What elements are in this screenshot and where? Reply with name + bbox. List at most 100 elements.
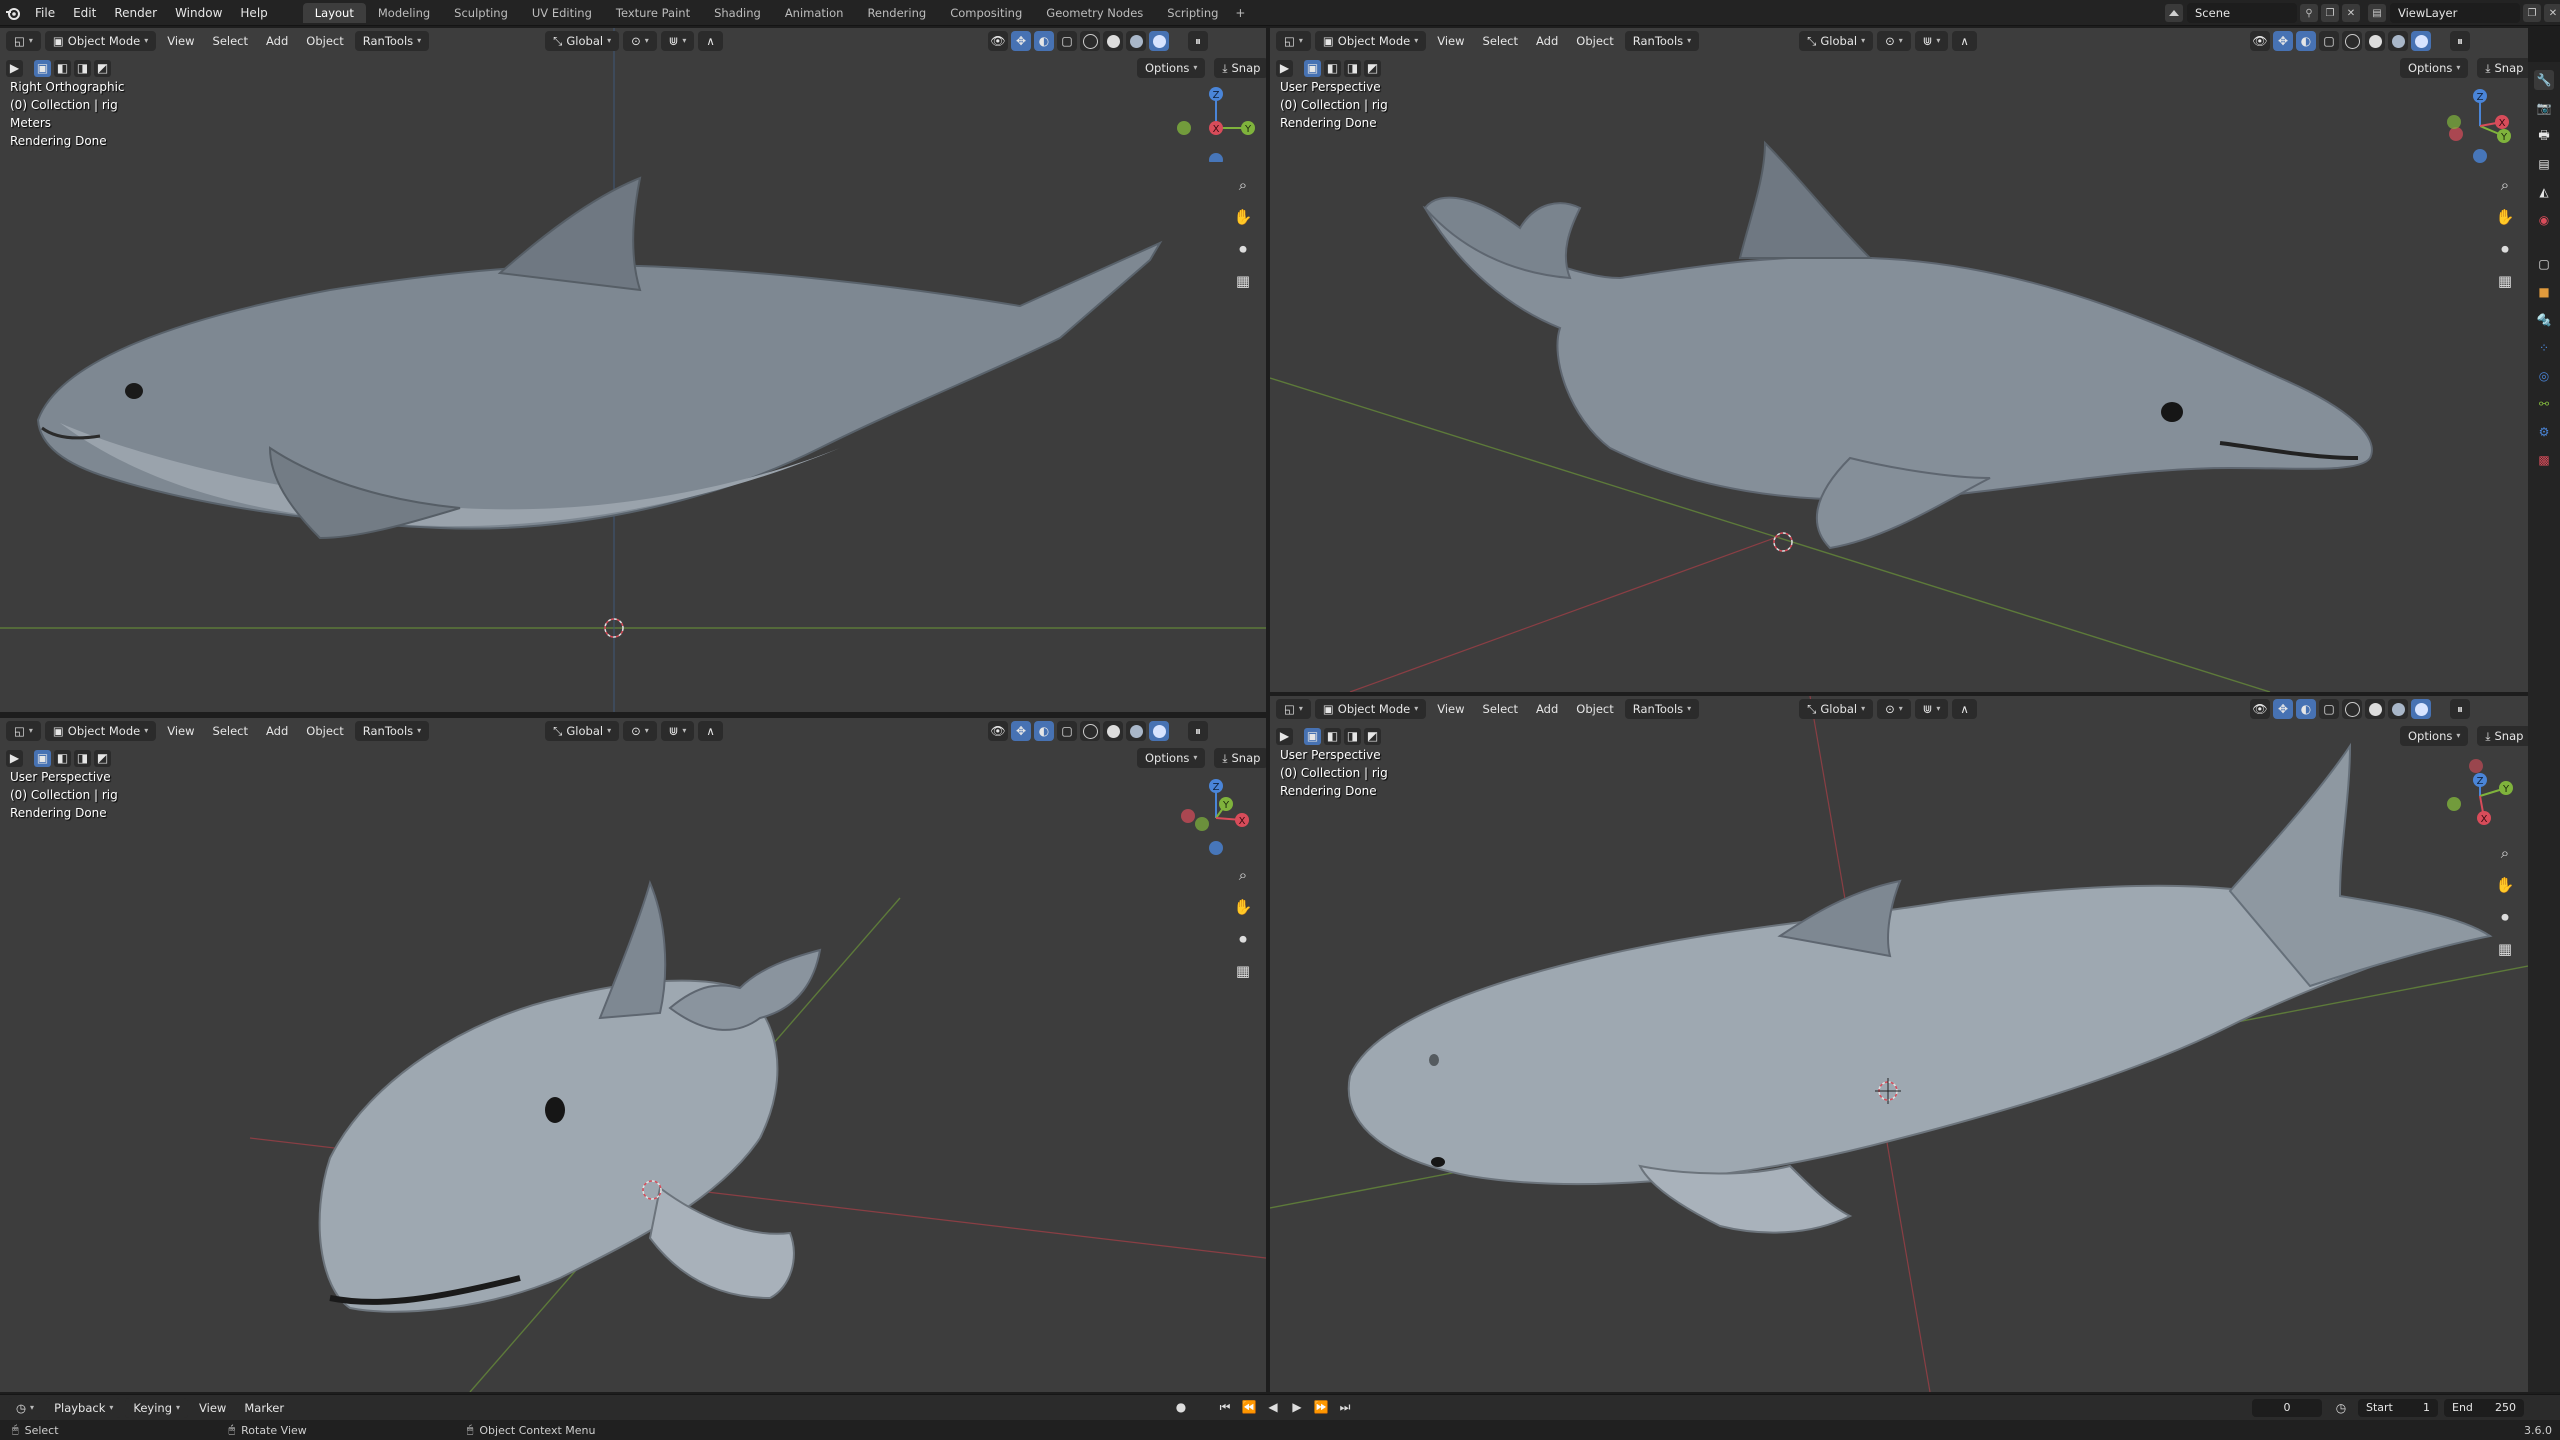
select-new-icon[interactable]: ▣ (34, 749, 51, 767)
pivot-dropdown[interactable]: ⊙ ▾ (623, 31, 657, 51)
pin-icon[interactable]: ⚲ (2300, 4, 2318, 22)
overlays-toggle-icon[interactable]: ◐ (2296, 699, 2316, 719)
play-reverse-icon[interactable]: ◀ (1264, 1398, 1282, 1416)
options-dropdown[interactable]: Options ▾ (2400, 726, 2469, 746)
overlays-toggle-icon[interactable]: ◐ (2296, 31, 2316, 51)
menu-object[interactable]: Object (1569, 31, 1620, 51)
material-shading-icon[interactable] (2388, 699, 2408, 719)
modifier-tab-icon[interactable]: 🔩 (2534, 310, 2554, 330)
menu-object[interactable]: Object (299, 31, 350, 51)
menu-render[interactable]: Render (105, 0, 166, 26)
select-subtract-icon[interactable]: ◨ (74, 59, 91, 77)
menu-view[interactable]: View (192, 1398, 233, 1418)
gizmo-toggle-icon[interactable]: ✥ (2273, 31, 2293, 51)
gizmo-toggle-icon[interactable]: ✥ (1011, 31, 1031, 51)
select-new-icon[interactable]: ▣ (1304, 59, 1321, 77)
snap-toggle[interactable]: ⋓ ▾ (660, 721, 695, 741)
active-tool-icon[interactable]: ▶ (1276, 727, 1293, 745)
select-extend-icon[interactable]: ◧ (54, 59, 71, 77)
menu-select[interactable]: Select (206, 721, 255, 741)
rantools-dropdown[interactable]: RanTools ▾ (354, 721, 430, 741)
tab-rendering[interactable]: Rendering (855, 3, 938, 23)
grid-view-icon[interactable]: ▦ (2492, 936, 2518, 962)
jump-end-icon[interactable]: ⏭ (1336, 1398, 1354, 1416)
editor-type-button[interactable]: ◱ ▾ (1276, 31, 1311, 51)
menu-view[interactable]: View (160, 31, 201, 51)
options-dropdown[interactable]: Options ▾ (1137, 58, 1206, 78)
select-subtract-icon[interactable]: ◨ (1344, 727, 1361, 745)
menu-select[interactable]: Select (206, 31, 255, 51)
rendered-shading-icon[interactable] (1149, 31, 1169, 51)
view-layer-field[interactable]: ViewLayer (2390, 3, 2520, 23)
overlays-toggle-icon[interactable]: ◐ (1034, 31, 1054, 51)
grid-view-icon[interactable]: ▦ (1230, 958, 1256, 984)
next-keyframe-icon[interactable]: ⏩ (1312, 1398, 1330, 1416)
orientation-dropdown[interactable]: ⤡ Global ▾ (545, 721, 620, 741)
editor-type-button[interactable]: ◱ ▾ (1276, 699, 1311, 719)
select-extend-icon[interactable]: ◧ (1324, 59, 1341, 77)
viewport-top-right[interactable]: ◱ ▾ ▣ Object Mode ▾ View Select Add Object … (1270, 28, 2528, 692)
editor-type-button[interactable]: ◱ ▾ (6, 31, 41, 51)
camera-view-icon[interactable]: ⏺ (2492, 904, 2518, 930)
object-tab-icon[interactable]: ■ (2534, 282, 2554, 302)
snap-toggle[interactable]: ⋓ ▾ (1914, 31, 1949, 51)
delete-scene-icon[interactable]: ✕ (2342, 4, 2360, 22)
scene-tab-icon[interactable]: ◭ (2534, 182, 2554, 202)
render-tab-icon[interactable]: 📷 (2534, 98, 2554, 118)
viewport-bottom-left[interactable]: ◱ ▾ ▣ Object Mode ▾ View Select Add Object … (0, 718, 1266, 1392)
xray-toggle-icon[interactable]: ▢ (1057, 721, 1077, 741)
visibility-icon[interactable]: 👁 (988, 31, 1008, 51)
menu-select[interactable]: Select (1476, 31, 1525, 51)
record-icon[interactable]: ● (1172, 1398, 1190, 1416)
wireframe-shading-icon[interactable] (1080, 31, 1100, 51)
menu-add[interactable]: Add (259, 721, 295, 741)
view-layer-icon[interactable]: ▤ (2368, 4, 2386, 22)
select-new-icon[interactable]: ▣ (34, 59, 51, 77)
new-layer-icon[interactable]: ❐ (2523, 4, 2541, 22)
tab-uv-editing[interactable]: UV Editing (520, 3, 604, 23)
pivot-dropdown[interactable]: ⊙ ▾ (1877, 31, 1911, 51)
end-frame-field[interactable]: End 250 (2444, 1399, 2524, 1417)
timeline-editor-button[interactable]: ◷ ▾ (8, 1397, 43, 1418)
dolphin-model[interactable] (36, 176, 1163, 540)
select-intersect-icon[interactable]: ◩ (94, 59, 111, 77)
active-tool-icon[interactable]: ▶ (1276, 59, 1293, 77)
pan-hand-icon[interactable]: ✋ (2492, 204, 2518, 230)
select-intersect-icon[interactable]: ◩ (1364, 59, 1381, 77)
collection-tab-icon[interactable]: ▢ (2534, 254, 2554, 274)
dolphin-model[interactable] (318, 880, 822, 1313)
zoom-icon[interactable]: ⌕ (1230, 862, 1256, 888)
material-shading-icon[interactable] (1126, 31, 1146, 51)
world-tab-icon[interactable]: ◉ (2534, 210, 2554, 230)
tool-tab-icon[interactable]: 🔧 (2534, 70, 2554, 90)
menu-edit[interactable]: Edit (64, 0, 105, 26)
preview-range-icon[interactable]: ◷ (2332, 1399, 2350, 1417)
tab-sculpting[interactable]: Sculpting (442, 3, 520, 23)
add-workspace-button[interactable]: + (1230, 6, 1250, 20)
options-dropdown[interactable]: Options ▾ (1137, 748, 1206, 768)
snap-toggle[interactable]: ⋓ ▾ (660, 31, 695, 51)
material-shading-icon[interactable] (1126, 721, 1146, 741)
pause-render-icon[interactable]: ⏸ (1188, 721, 1208, 741)
select-extend-icon[interactable]: ◧ (1324, 727, 1341, 745)
mode-dropdown[interactable]: ▣ Object Mode ▾ (44, 31, 157, 51)
select-intersect-icon[interactable]: ◩ (94, 749, 111, 767)
select-new-icon[interactable]: ▣ (1304, 727, 1321, 745)
menu-window[interactable]: Window (166, 0, 231, 26)
snap-button[interactable]: ⤓ Snap (2477, 58, 2528, 78)
proportional-edit-toggle[interactable]: ∧ (1952, 699, 1977, 719)
tab-compositing[interactable]: Compositing (938, 3, 1034, 23)
data-tab-icon[interactable]: ⚙ (2534, 422, 2554, 442)
xray-toggle-icon[interactable]: ▢ (2319, 31, 2339, 51)
snap-toggle[interactable]: ⋓ ▾ (1914, 699, 1949, 719)
menu-object[interactable]: Object (1569, 699, 1620, 719)
pause-render-icon[interactable]: ⏸ (2450, 699, 2470, 719)
rendered-shading-icon[interactable] (2411, 699, 2431, 719)
rantools-dropdown[interactable]: RanTools ▾ (1624, 699, 1700, 719)
solid-shading-icon[interactable] (1103, 721, 1123, 741)
active-tool-icon[interactable]: ▶ (6, 59, 23, 77)
mode-dropdown[interactable]: ▣ Object Mode ▾ (1314, 699, 1427, 719)
visibility-icon[interactable]: 👁 (988, 721, 1008, 741)
camera-view-icon[interactable]: ⏺ (1230, 926, 1256, 952)
gizmo-toggle-icon[interactable]: ✥ (2273, 699, 2293, 719)
